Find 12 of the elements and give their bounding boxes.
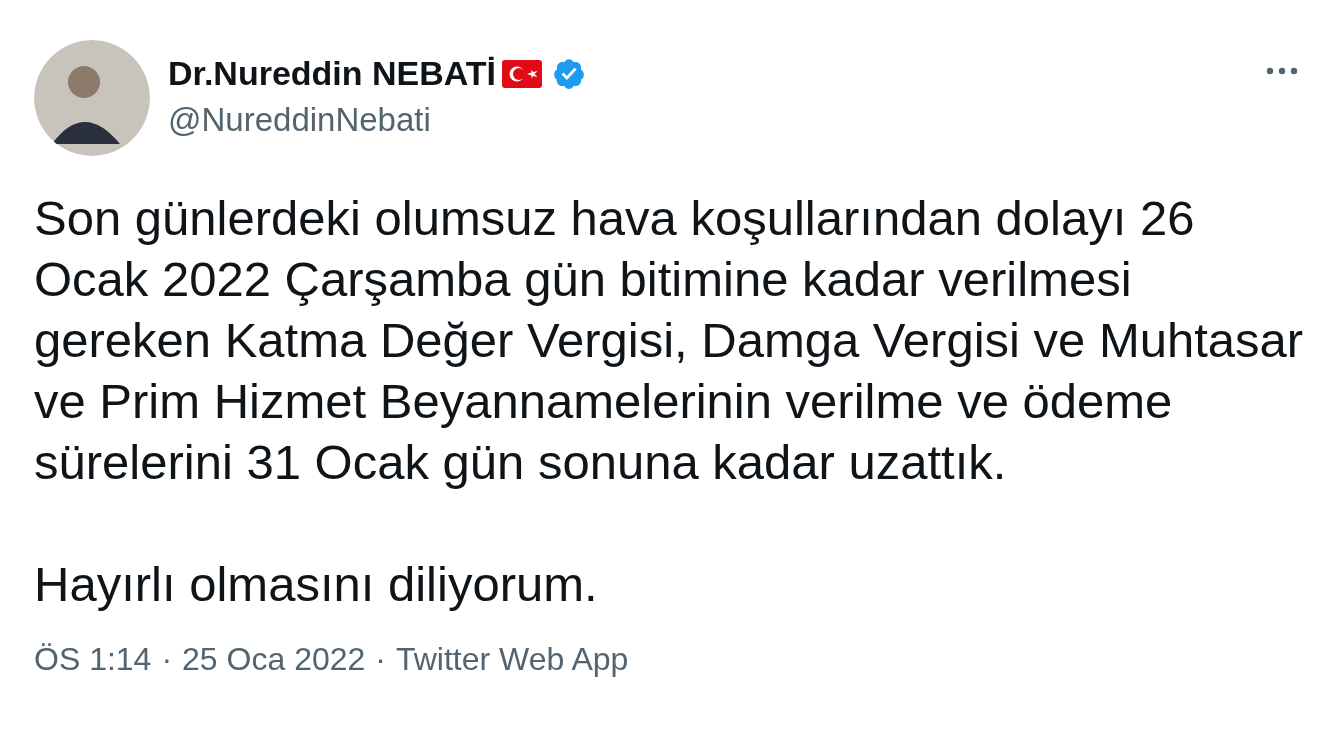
avatar-photo-placeholder[interactable] — [34, 40, 150, 156]
tweet-time[interactable]: ÖS 1:14 — [34, 641, 152, 678]
separator-dot: · — [374, 641, 387, 678]
separator-dot: · — [160, 641, 174, 678]
tweet-text: Son günlerdeki olumsuz hava koşullarından dolayı 26 Ocak 2022 Çarşamba gün bitimine kadar verilmesi gereken Katma Değer Vergisi, Damga Vergisi ve Muhtasar ve Prim Hizmet Beyannamelerinin verilme ve ödeme sürelerini 31 Ocak gün sonuna kadar uzattık. — [34, 190, 1305, 491]
tweet-text: Hayırlı olmasını diliyorum. — [34, 556, 599, 613]
more-options-icon[interactable] — [1265, 66, 1299, 76]
flag-icon — [502, 59, 543, 88]
author-handle[interactable]: @NureddinNebati — [168, 101, 587, 139]
source-link[interactable]: Twitter Web App — [395, 641, 629, 678]
author-name[interactable]: Dr.Nureddin NEBATİ — [168, 54, 497, 93]
tweet-date[interactable]: 25 Oca 2022 — [182, 641, 366, 678]
